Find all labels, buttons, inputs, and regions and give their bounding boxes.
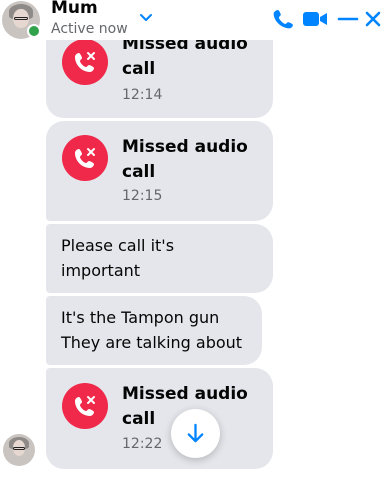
message-text: Please call it's important	[61, 236, 175, 280]
close-icon[interactable]	[364, 8, 382, 30]
message-text: It's the Tampon gun They are talking abo…	[61, 308, 243, 352]
missed-call-icon	[62, 135, 108, 181]
phone-icon[interactable]	[272, 8, 294, 30]
video-camera-icon[interactable]	[302, 8, 328, 30]
sender-avatar[interactable]	[3, 434, 35, 466]
contact-name[interactable]: Mum	[51, 0, 98, 18]
scroll-to-bottom-button[interactable]	[171, 409, 220, 458]
avatar-glasses	[14, 16, 28, 21]
chevron-down-icon[interactable]	[139, 10, 153, 24]
contact-status: Active now	[51, 21, 128, 37]
missed-call-time: 12:22	[122, 436, 163, 452]
missed-call-time: 12:15	[122, 188, 163, 204]
missed-call-icon	[62, 39, 108, 85]
missed-call-time: 12:14	[122, 87, 163, 103]
chat-header: Mum Active now	[0, 0, 383, 40]
missed-call-bubble[interactable]: Missed audio call 12:22	[46, 368, 273, 469]
message-bubble[interactable]: Please call it's important	[46, 224, 273, 293]
avatar-glasses	[13, 447, 25, 451]
minimize-icon[interactable]	[337, 8, 359, 30]
missed-call-title: Missed audio call	[122, 137, 248, 182]
conversation-area[interactable]: Missed audio call 12:14 Missed audio cal…	[0, 0, 383, 479]
arrow-down-icon	[187, 423, 204, 443]
message-bubble[interactable]: It's the Tampon gun They are talking abo…	[46, 296, 262, 365]
missed-call-bubble[interactable]: Missed audio call 12:15	[46, 121, 273, 221]
online-indicator	[27, 24, 41, 38]
missed-call-icon	[62, 383, 108, 429]
